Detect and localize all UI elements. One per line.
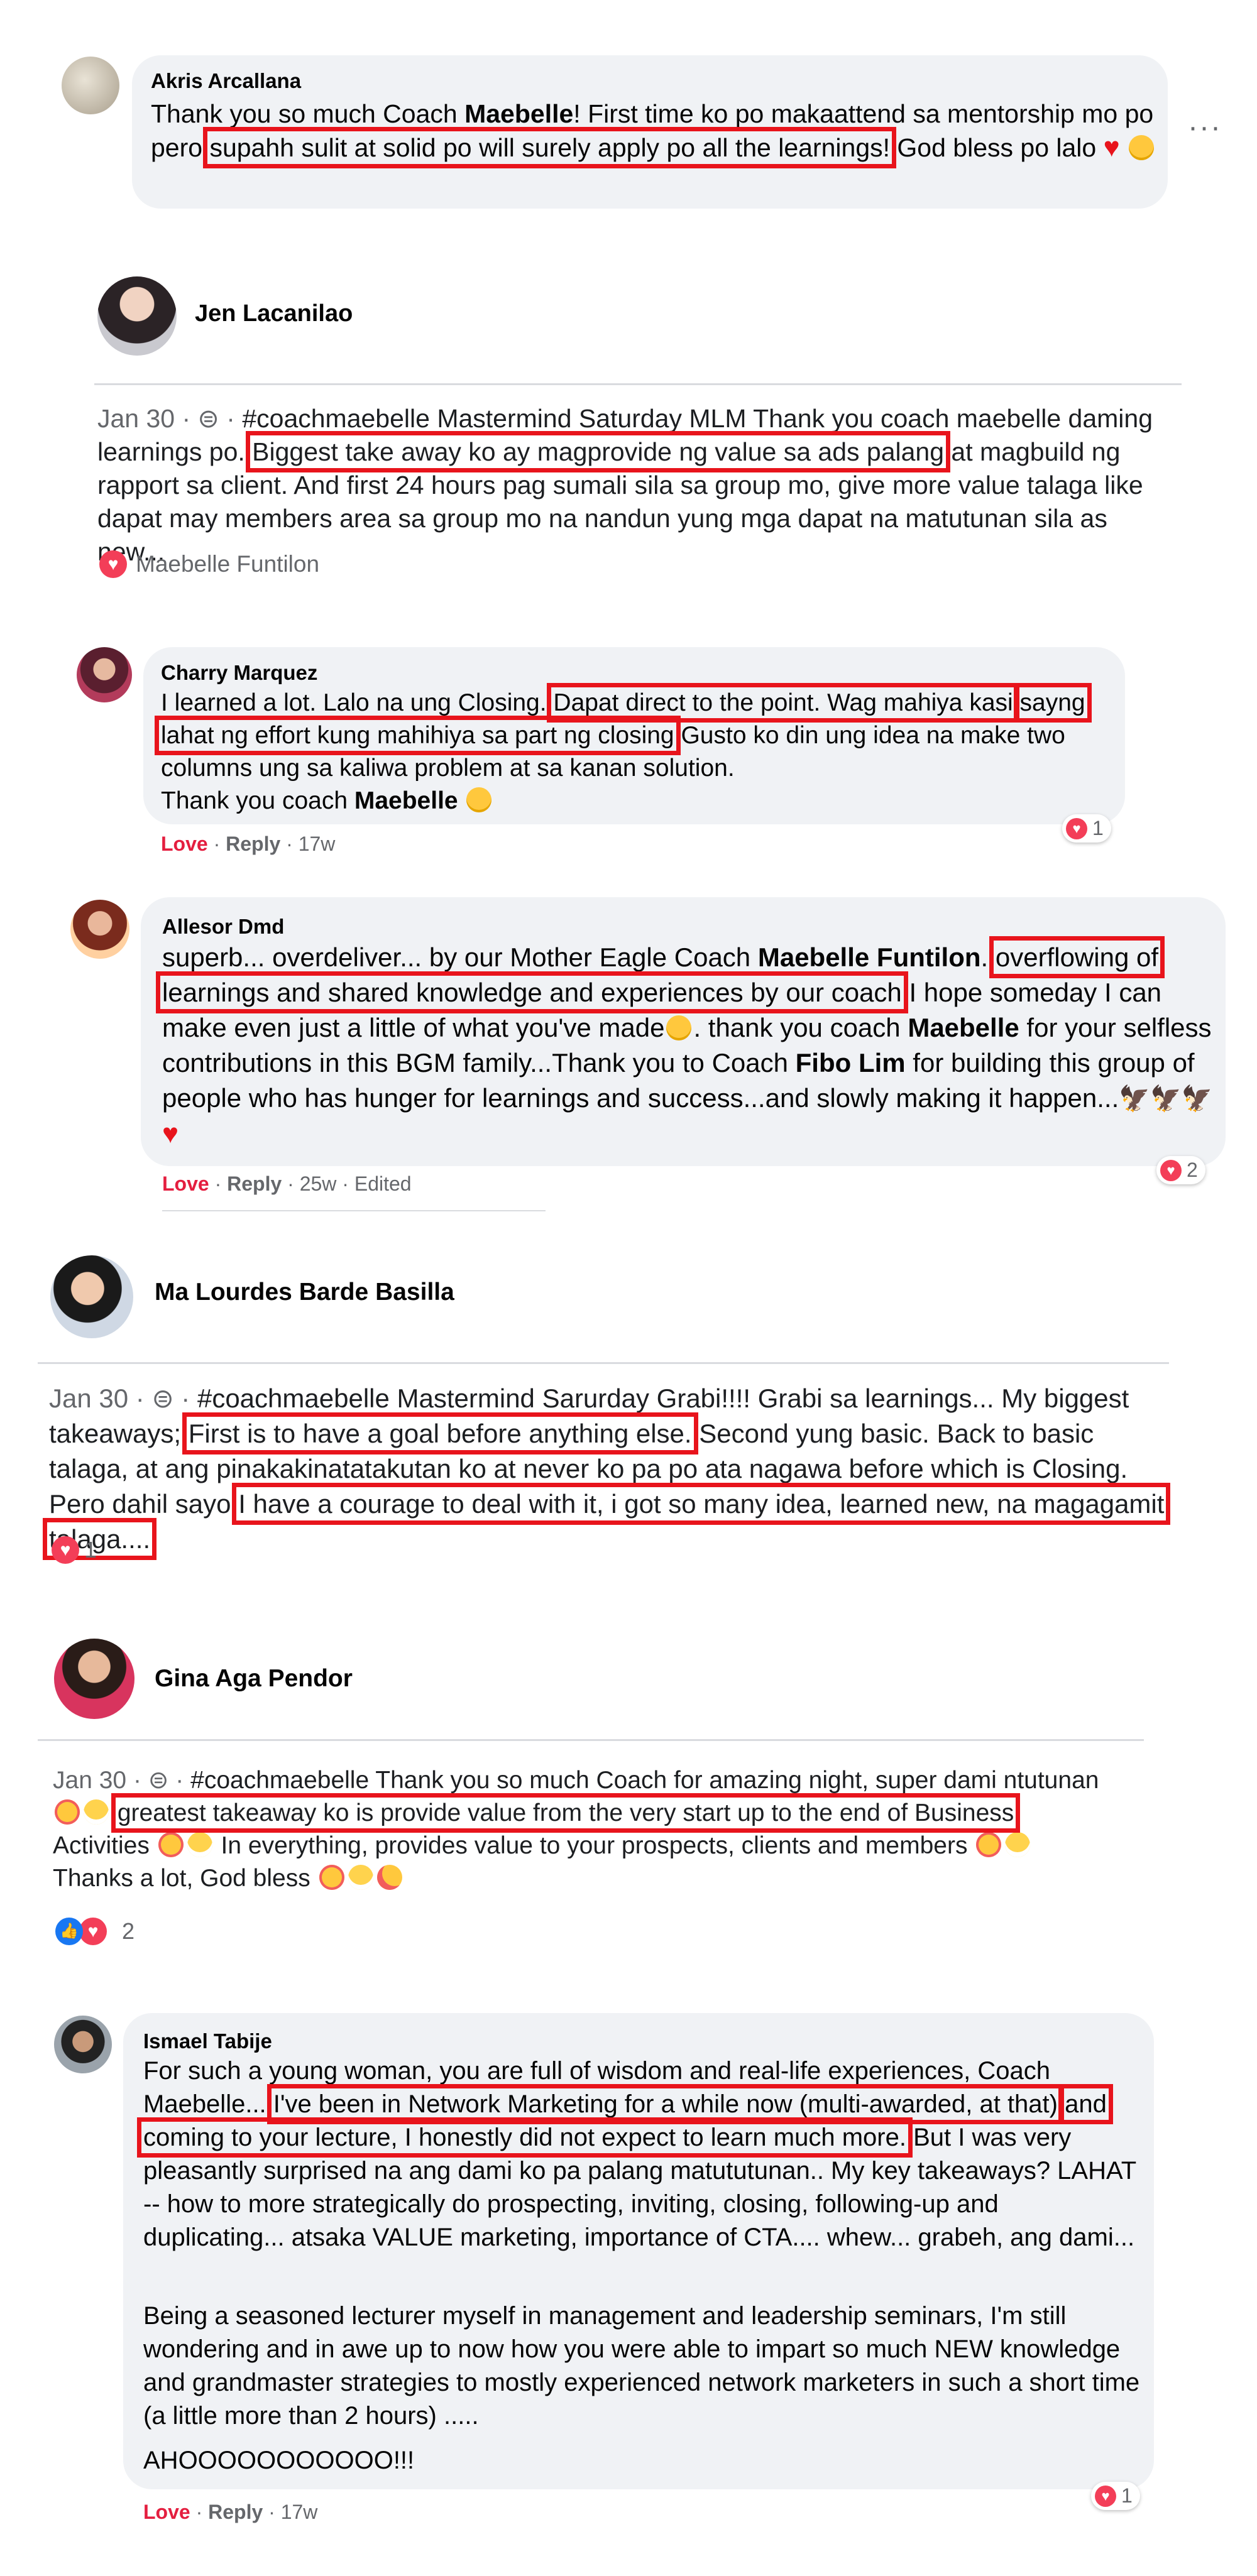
commenter-name[interactable]: Akris Arcallana: [151, 69, 301, 93]
smile-emoji: [466, 787, 492, 812]
reaction-summary[interactable]: ♥ Maebelle Funtilon: [99, 550, 319, 578]
highlight-box: overflowing of: [989, 936, 1165, 978]
heart-eyes-emoji: [158, 1832, 184, 1857]
love-button[interactable]: Love: [161, 832, 208, 855]
reaction-count[interactable]: ♥ 1: [1062, 814, 1111, 843]
divider: [38, 1739, 1144, 1741]
love-reaction-icon: ♥: [52, 1536, 79, 1564]
grin-emoji: [84, 1799, 109, 1825]
comment-text: For such a young woman, you are full of …: [137, 2057, 1136, 2251]
comment-text: I learned a lot. Lalo na ung Closing. Da…: [155, 683, 1092, 814]
love-button[interactable]: Love: [162, 1172, 209, 1195]
reaction-count[interactable]: ♥ 2: [1156, 1156, 1205, 1184]
heart-eyes-emoji: [319, 1865, 344, 1890]
reaction-count: 2: [122, 1918, 135, 1944]
reply-button[interactable]: Reply: [208, 2501, 263, 2523]
divider: [38, 1362, 1169, 1364]
comment-text: Being a seasoned lecturer myself in mana…: [143, 2302, 1140, 2430]
comment-text: Thank you so much Coach Maebelle! First …: [151, 99, 1155, 168]
globe-icon: ⊜: [151, 1384, 174, 1413]
avatar[interactable]: [62, 57, 119, 114]
reply-button[interactable]: Reply: [227, 1172, 282, 1195]
commenter-name[interactable]: Allesor Dmd: [162, 915, 284, 939]
divider: [162, 1210, 546, 1211]
heart-emoji: ♥: [1103, 132, 1120, 163]
highlight-box: supahh sulit at solid po will surely app…: [203, 127, 897, 168]
highlight-box: learnings and shared knowledge and exper…: [156, 971, 908, 1013]
comment-text: AHOOOOOOOOOOO!!!: [143, 2447, 415, 2474]
heart-emoji: ♥: [162, 1118, 179, 1149]
timestamp[interactable]: 17w: [281, 2501, 318, 2523]
mention: Maebelle Funtilon: [757, 942, 981, 972]
commenter-name[interactable]: Ismael Tabije: [143, 2029, 272, 2053]
eagle-emoji: 🦅: [1119, 1085, 1151, 1113]
edited-label: Edited: [354, 1172, 412, 1195]
love-button[interactable]: Love: [143, 2501, 190, 2523]
reaction-count[interactable]: ♥ 1: [1091, 2482, 1140, 2510]
highlight-box: Biggest take away ko ay magprovide ng va…: [246, 431, 951, 472]
love-reaction-icon: ♥: [1066, 817, 1087, 839]
poster-name[interactable]: Gina Aga Pendor: [155, 1665, 353, 1693]
avatar[interactable]: [54, 2016, 112, 2073]
post-text: Jan 30 · ⊜ · #coachmaebelle Thank you so…: [53, 1767, 1099, 1892]
comment-actions: Love · Reply · 17w: [143, 2501, 318, 2523]
eagle-emoji: 🦅: [1181, 1085, 1213, 1113]
timestamp[interactable]: 17w: [299, 832, 336, 855]
grin-emoji: [187, 1832, 212, 1857]
reply-button[interactable]: Reply: [226, 832, 280, 855]
avatar[interactable]: [97, 276, 177, 356]
globe-icon: ⊜: [148, 1767, 169, 1794]
avatar[interactable]: [50, 1255, 133, 1338]
reaction-count: 1: [84, 1537, 97, 1563]
poster-name[interactable]: Ma Lourdes Barde Basilla: [155, 1279, 454, 1306]
timestamp[interactable]: 25w: [300, 1172, 337, 1195]
mention: Maebelle: [354, 787, 458, 814]
divider: [94, 383, 1182, 385]
comment-actions: Love · Reply · 17w: [161, 832, 336, 855]
reaction-summary[interactable]: 👍 ♥ 2: [55, 1918, 134, 1945]
highlight-box: Dapat direct to the point. Wag mahiya ka…: [547, 683, 1019, 723]
mention: Maebelle: [908, 1013, 1019, 1042]
love-reaction-icon: ♥: [1160, 1159, 1182, 1181]
heart-eyes-emoji: [55, 1799, 80, 1825]
highlight-box: I've been in Network Marketing for a whi…: [266, 2084, 1064, 2124]
smile-emoji: [1129, 135, 1155, 160]
like-reaction-icon: 👍: [55, 1918, 83, 1945]
love-reaction-icon: ♥: [99, 550, 127, 578]
post-text: Jan 30 · ⊜ · #coachmaebelle Mastermind S…: [42, 1384, 1171, 1560]
post-date[interactable]: Jan 30: [97, 404, 175, 433]
post-date[interactable]: Jan 30: [53, 1767, 126, 1794]
highlight-box: greatest takeaway ko is provide value fr…: [111, 1793, 1021, 1833]
avatar[interactable]: [54, 1639, 134, 1719]
post-text: Jan 30 · ⊜ · #coachmaebelle Mastermind S…: [97, 404, 1153, 566]
highlight-box: First is to have a goal before anything …: [182, 1412, 698, 1454]
post-date[interactable]: Jan 30: [49, 1384, 128, 1413]
mention: Fibo Lim: [795, 1048, 906, 1078]
comment-actions: Love · Reply · 25w · Edited: [162, 1172, 412, 1195]
love-reaction-icon: ♥: [79, 1918, 107, 1945]
commenter-name[interactable]: Charry Marquez: [161, 661, 317, 685]
grin-emoji: [348, 1865, 373, 1890]
grin-emoji: [1005, 1832, 1031, 1857]
smile-emoji: [666, 1015, 692, 1040]
poster-name[interactable]: Jen Lacanilao: [195, 300, 353, 327]
avatar[interactable]: [77, 647, 132, 702]
more-options-icon[interactable]: ···: [1188, 110, 1222, 145]
comment-text: superb... overdeliver... by our Mother E…: [156, 936, 1213, 1149]
heart-eyes-emoji: [976, 1832, 1002, 1857]
reaction-summary[interactable]: ♥ 1: [52, 1536, 97, 1564]
avatar[interactable]: [70, 900, 129, 959]
globe-icon: ⊜: [197, 404, 219, 433]
mention: Maebelle: [464, 99, 574, 128]
love-reaction-icon: ♥: [1095, 2485, 1116, 2507]
reactor-name: Maebelle Funtilon: [136, 551, 320, 577]
kiss-emoji: [376, 1865, 402, 1890]
eagle-emoji: 🦅: [1150, 1085, 1182, 1113]
